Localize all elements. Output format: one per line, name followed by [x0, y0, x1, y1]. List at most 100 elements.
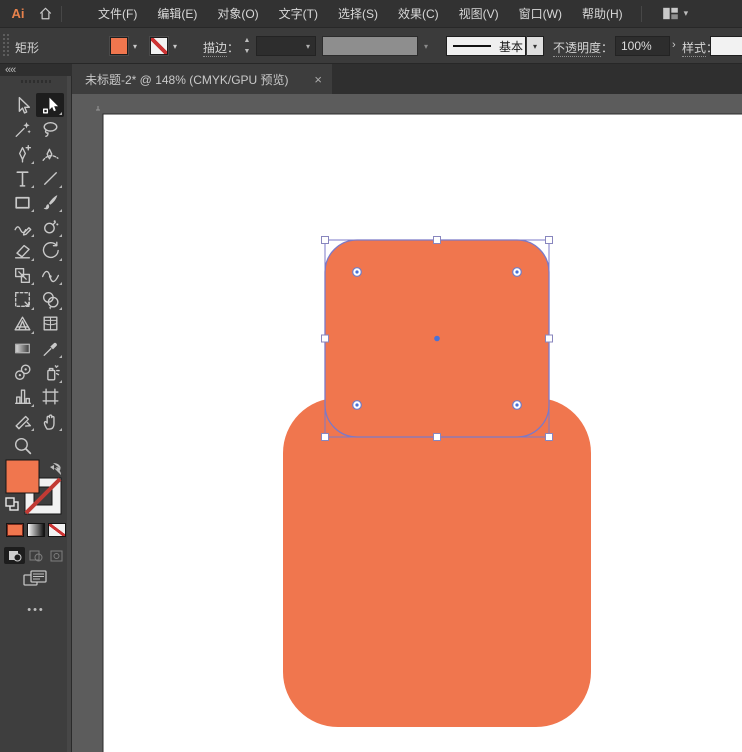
line-segment-icon	[40, 168, 61, 189]
screen-mode-icon[interactable]	[23, 570, 47, 591]
perspective-grid-tool[interactable]	[8, 312, 36, 336]
menu-item-4[interactable]: 文字(T)	[269, 0, 328, 28]
none-button[interactable]	[48, 523, 66, 537]
shape-builder-tool[interactable]	[36, 287, 64, 311]
menu-item-3[interactable]: 对象(O)	[207, 0, 268, 28]
home-icon[interactable]	[38, 6, 53, 21]
selection-center-point[interactable]	[434, 336, 440, 342]
blob-brush-tool[interactable]	[36, 214, 64, 238]
menu-item-8[interactable]: 窗口(W)	[509, 0, 572, 28]
curvature-icon	[40, 143, 61, 164]
style-field[interactable]	[710, 36, 742, 56]
arrange-documents-icon[interactable]: ▾	[662, 7, 689, 20]
menu-separator	[61, 6, 62, 22]
width-tool[interactable]	[36, 263, 64, 287]
fill-swatch[interactable]	[6, 460, 39, 493]
magic-wand-icon	[12, 119, 33, 140]
blend-tool[interactable]	[8, 360, 36, 384]
shape-builder-icon	[40, 289, 61, 310]
curvature-tool[interactable]	[36, 142, 64, 166]
draw-inside-button[interactable]	[46, 547, 67, 564]
magic-wand-tool[interactable]	[8, 117, 36, 141]
menu-item-1[interactable]: 文件(F)	[88, 0, 147, 28]
color-button[interactable]	[6, 523, 24, 537]
eyedropper-tool[interactable]	[36, 336, 64, 360]
canvas-area[interactable]	[72, 94, 742, 752]
stroke-weight-stepper[interactable]: ▲▼	[242, 36, 252, 56]
line-segment-tool[interactable]	[36, 166, 64, 190]
gradient-tool[interactable]	[8, 336, 36, 360]
shaper-tool[interactable]	[8, 214, 36, 238]
selection-handle[interactable]	[322, 434, 329, 441]
slice-tool[interactable]	[8, 409, 36, 433]
draw-normal-button[interactable]	[4, 547, 25, 564]
stroke-weight-combo[interactable]: ▾	[256, 36, 316, 56]
opacity-next-icon[interactable]: ›	[672, 39, 676, 51]
illustrator-window: Ai 文件(F)编辑(E)对象(O)文字(T)选择(S)效果(C)视图(V)窗口…	[0, 0, 742, 752]
menu-item-5[interactable]: 选择(S)	[328, 0, 388, 28]
opacity-field[interactable]: 100%	[615, 36, 670, 56]
panel-collapse-icon[interactable]: ««	[5, 64, 15, 76]
gradient-button[interactable]	[27, 523, 45, 537]
selection-handle[interactable]	[546, 335, 553, 342]
width-profile-caret-icon[interactable]: ▾	[424, 42, 428, 51]
slice-icon	[12, 411, 33, 432]
zoom-tool[interactable]	[8, 433, 36, 457]
eraser-tool[interactable]	[8, 239, 36, 263]
menu-item-9[interactable]: 帮助(H)	[572, 0, 633, 28]
selection-handle[interactable]	[546, 434, 553, 441]
scale-tool[interactable]	[8, 263, 36, 287]
artboard-tool[interactable]	[36, 385, 64, 409]
rectangle-tool[interactable]	[8, 190, 36, 214]
menu-items: 文件(F)编辑(E)对象(O)文字(T)选择(S)效果(C)视图(V)窗口(W)…	[88, 0, 633, 28]
fill-caret-icon[interactable]: ▾	[133, 42, 137, 51]
menu-item-7[interactable]: 视图(V)	[449, 0, 509, 28]
large-rounded-rectangle[interactable]	[283, 398, 591, 727]
stroke-weight-label[interactable]: 描边：	[203, 39, 239, 56]
selection-handle[interactable]	[322, 237, 329, 244]
brush-definition-combo[interactable]: 基本	[446, 36, 526, 56]
hand-icon	[40, 411, 61, 432]
width-profile-field[interactable]	[322, 36, 418, 56]
default-fill-stroke-icon[interactable]	[6, 498, 18, 510]
brush-caret-icon[interactable]: ▾	[527, 36, 544, 56]
direct-selection-tool[interactable]	[36, 93, 64, 117]
selection-tool[interactable]	[8, 93, 36, 117]
selection-handle[interactable]	[434, 434, 441, 441]
symbol-sprayer-tool[interactable]	[36, 360, 64, 384]
hand-tool[interactable]	[36, 409, 64, 433]
app-logo-icon[interactable]: Ai	[7, 6, 29, 21]
lasso-icon	[40, 119, 61, 140]
free-transform-tool[interactable]	[8, 287, 36, 311]
pen-tool[interactable]	[8, 142, 36, 166]
draw-behind-button[interactable]	[25, 547, 46, 564]
column-graph-icon	[12, 386, 33, 407]
bar-grip[interactable]	[3, 34, 5, 58]
menu-item-6[interactable]: 效果(C)	[388, 0, 449, 28]
fill-color-swatch[interactable]	[110, 37, 128, 55]
document-tab[interactable]: 未标题-2* @ 148% (CMYK/GPU 预览) ×	[72, 64, 332, 94]
menu-item-2[interactable]: 编辑(E)	[147, 0, 207, 28]
selection-handle[interactable]	[434, 237, 441, 244]
stroke-color-swatch[interactable]	[150, 37, 168, 55]
mesh-tool[interactable]	[36, 312, 64, 336]
tab-close-icon[interactable]: ×	[314, 72, 322, 87]
opacity-label[interactable]: 不透明度：	[553, 39, 613, 56]
artboard-icon	[40, 386, 61, 407]
swap-fill-stroke-icon[interactable]	[50, 463, 61, 475]
bar-grip	[7, 34, 9, 58]
selection-handle[interactable]	[322, 335, 329, 342]
lasso-tool[interactable]	[36, 117, 64, 141]
shaper-icon	[12, 216, 33, 237]
rotate-tool[interactable]	[36, 239, 64, 263]
column-graph-tool[interactable]	[8, 385, 36, 409]
more-tools-icon[interactable]: •••	[0, 604, 72, 616]
selection-handle[interactable]	[546, 237, 553, 244]
type-tool[interactable]	[8, 166, 36, 190]
width-icon	[40, 265, 61, 286]
artboard-view[interactable]	[72, 94, 742, 752]
paintbrush-tool[interactable]	[36, 190, 64, 214]
stroke-caret-icon[interactable]: ▾	[173, 42, 177, 51]
blend-icon	[12, 362, 33, 383]
chevron-down-icon: ▾	[306, 42, 310, 51]
